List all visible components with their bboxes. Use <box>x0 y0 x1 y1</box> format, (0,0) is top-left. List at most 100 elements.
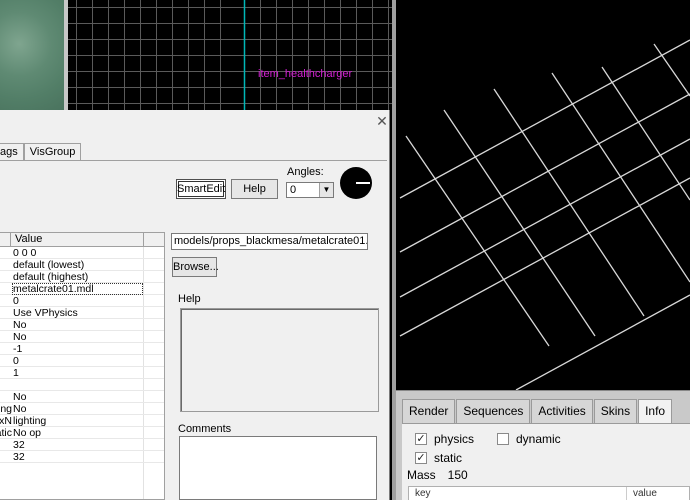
dynamic-checkbox-row[interactable]: dynamic <box>497 432 561 446</box>
angle-dial[interactable] <box>340 167 372 199</box>
grid-row-value[interactable]: default (lowest) <box>12 259 143 271</box>
grid-row-value[interactable]: No <box>12 331 143 343</box>
grid-row[interactable]: texNlighting <box>0 415 164 427</box>
dialog-tabs: ags VisGroup <box>0 143 82 161</box>
grid-row-value[interactable]: Use VPhysics <box>12 307 143 319</box>
grid-row[interactable]: staticNo op <box>0 427 164 439</box>
tab-activities[interactable]: Activities <box>531 399 593 423</box>
grid-row-value[interactable]: No <box>12 403 143 415</box>
entity-label[interactable]: item_healthcharger <box>258 68 352 80</box>
grid-row-key <box>0 307 12 319</box>
grid-row[interactable]: default (highest) <box>0 271 164 283</box>
grid-row-key <box>0 343 12 355</box>
grid-row-key <box>0 271 12 283</box>
mass-value: 150 <box>447 468 468 482</box>
model-tabs: Render Sequences Activities Skins Info <box>402 399 673 423</box>
grid-row-key <box>0 319 12 331</box>
angles-label: Angles: <box>287 166 324 178</box>
grid-row-value[interactable]: -1 <box>12 343 143 355</box>
dynamic-checkbox[interactable] <box>497 433 509 445</box>
grid-row[interactable]: 0 0 0 <box>0 247 164 259</box>
tab-skins[interactable]: Skins <box>593 399 638 423</box>
grid-row-key: static <box>0 427 12 439</box>
grid-row[interactable]: -1 <box>0 343 164 355</box>
grid-row-key <box>0 391 12 403</box>
grid-row[interactable]: 0 <box>0 355 164 367</box>
mass-row: Mass 150 <box>407 468 468 482</box>
chevron-down-icon[interactable]: ▼ <box>319 183 333 197</box>
help-section-label: Help <box>178 293 201 305</box>
grid-row-key <box>0 355 12 367</box>
grid-row-value[interactable] <box>12 379 143 391</box>
model-path-field[interactable]: models/props_blackmesa/metalcrate01.mdl <box>171 233 368 250</box>
grid-row-key <box>0 367 12 379</box>
keyvalues-grid[interactable]: Value 0 0 0 default (lowest) default (high… <box>0 232 165 500</box>
grid-row[interactable]: Use VPhysics <box>0 307 164 319</box>
comments-textarea[interactable] <box>179 436 377 500</box>
grid-3d <box>399 39 690 390</box>
viewport-3d[interactable] <box>396 0 690 390</box>
grid-row-key <box>0 331 12 343</box>
close-icon[interactable]: ✕ <box>375 114 389 128</box>
tab-sequences[interactable]: Sequences <box>456 399 531 423</box>
value-column-header[interactable]: Value <box>15 233 42 246</box>
grid-row-value[interactable]: 0 <box>12 295 143 307</box>
physics-checkbox-row[interactable]: ✓ physics <box>415 432 474 446</box>
tab-flags[interactable]: ags <box>0 143 24 161</box>
grid-row-key <box>0 451 12 463</box>
physics-checkbox[interactable]: ✓ <box>415 433 427 445</box>
grid-row-key: king <box>0 403 12 415</box>
angles-dropdown[interactable]: 0 ▼ <box>286 182 334 198</box>
value-column-header[interactable]: value <box>627 487 657 500</box>
grid-row-key <box>0 247 12 259</box>
grid-row[interactable]: No <box>0 319 164 331</box>
grid-row-value[interactable]: No op <box>12 427 143 439</box>
grid-row[interactable]: 32 <box>0 451 164 463</box>
tab-render[interactable]: Render <box>402 399 456 423</box>
grid-row-key <box>0 283 12 295</box>
grid-row-value[interactable]: 0 0 0 <box>12 247 143 259</box>
angles-value: 0 <box>290 184 297 196</box>
grid-row-value[interactable]: 32 <box>12 451 143 463</box>
info-tab-content: ✓ physics dynamic ✓ static Mass 150 key … <box>402 423 690 500</box>
grid-row-value[interactable]: No <box>12 319 143 331</box>
model-browser-panel: Render Sequences Activities Skins Info ✓… <box>396 390 690 500</box>
tab-visgroup[interactable]: VisGroup <box>23 143 82 161</box>
key-column-header[interactable] <box>0 233 11 246</box>
grid-row-key <box>0 439 12 451</box>
smartedit-button[interactable]: SmartEdit <box>176 179 226 199</box>
grid-row[interactable]: No <box>0 391 164 403</box>
grid-row[interactable]: No <box>0 331 164 343</box>
grid-row-value[interactable]: 32 <box>12 439 143 451</box>
grid-row-value[interactable]: default (highest) <box>12 271 143 283</box>
help-button[interactable]: Help <box>231 179 278 199</box>
viewport-2d[interactable]: item_healthcharger <box>68 0 392 110</box>
grid-row-key <box>0 379 12 391</box>
texture-preview <box>0 0 64 110</box>
grid-row-value[interactable]: No <box>12 391 143 403</box>
object-properties-dialog: ✕ ags VisGroup SmartEdit Help Angles: 0 … <box>0 110 390 500</box>
column-divider <box>143 233 144 246</box>
static-checkbox-row[interactable]: ✓ static <box>415 451 462 465</box>
grid-row[interactable]: 1 <box>0 367 164 379</box>
grid-row[interactable] <box>0 379 164 391</box>
grid-row-key: texN <box>0 415 12 427</box>
dynamic-label: dynamic <box>516 432 561 446</box>
tab-info[interactable]: Info <box>638 399 673 423</box>
physics-label: physics <box>434 432 475 446</box>
static-label: static <box>434 451 463 465</box>
grid-row-value[interactable]: lighting <box>12 415 143 427</box>
grid-row[interactable]: 0 <box>0 295 164 307</box>
grid-row[interactable]: 32 <box>0 439 164 451</box>
key-column-header[interactable]: key <box>409 487 627 500</box>
grid-row-value[interactable]: metalcrate01.mdl <box>12 283 143 295</box>
grid-row[interactable]: default (lowest) <box>0 259 164 271</box>
grid-row-value[interactable]: 0 <box>12 355 143 367</box>
grid-row[interactable]: kingNo <box>0 403 164 415</box>
comments-label: Comments <box>178 423 232 435</box>
browse-button[interactable]: Browse... <box>172 257 219 277</box>
grid-row[interactable]: metalcrate01.mdl <box>0 283 164 295</box>
static-checkbox[interactable]: ✓ <box>415 452 427 464</box>
grid-row-key <box>0 295 12 307</box>
grid-row-value[interactable]: 1 <box>12 367 143 379</box>
